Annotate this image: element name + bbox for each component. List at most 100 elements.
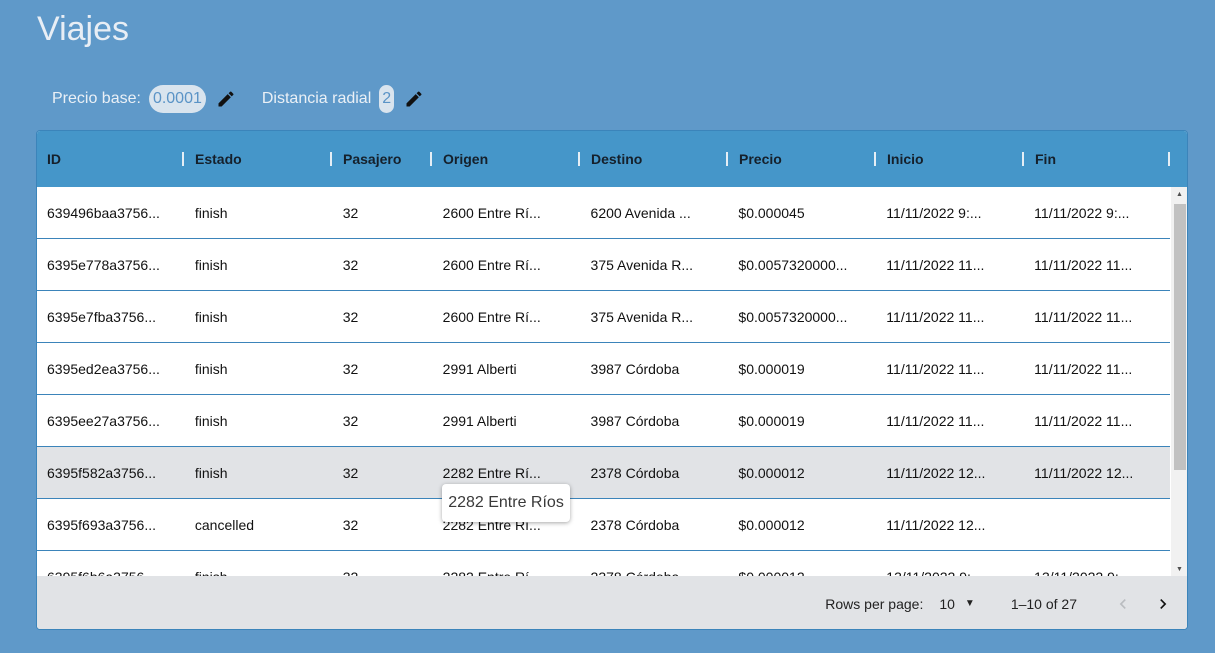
cell-origen[interactable]: 2600 Entre Rí... [433, 187, 581, 238]
cell-id[interactable]: 6395f693a3756... [37, 499, 185, 550]
scroll-up-arrow-icon[interactable]: ▲ [1171, 187, 1187, 201]
cell-pasajero[interactable]: 32 [333, 499, 433, 550]
cell-pasajero[interactable]: 32 [333, 291, 433, 342]
cell-pasajero[interactable]: 32 [333, 447, 433, 498]
cell-destino[interactable]: 375 Avenida R... [581, 239, 729, 290]
cell-precio[interactable]: $0.000012 [728, 447, 876, 498]
column-separator[interactable] [726, 152, 728, 166]
cell-estado[interactable]: finish [185, 395, 333, 446]
previous-page-button[interactable] [1109, 590, 1137, 618]
cell-destino[interactable]: 6200 Avenida ... [581, 187, 729, 238]
table-row[interactable]: 6395f6b6a3756...finish322282 Entre Rí...… [37, 551, 1170, 576]
cell-fin[interactable]: 11/11/2022 9:... [1024, 187, 1170, 238]
cell-pasajero[interactable]: 32 [333, 187, 433, 238]
column-separator[interactable] [1168, 152, 1170, 166]
viajes-table: ID Estado Pasajero Origen Destino Precio Inici… [36, 130, 1188, 630]
cell-destino[interactable]: 2378 Córdoba [581, 551, 729, 577]
column-header-id[interactable]: ID [37, 131, 185, 187]
cell-destino[interactable]: 3987 Córdoba [581, 395, 729, 446]
params-bar: Precio base: 0.0001 Distancia radial 2 [52, 84, 450, 114]
cell-origen[interactable]: 2600 Entre Rí... [433, 239, 581, 290]
rows-per-page-select[interactable]: 10 ▼ [939, 596, 974, 612]
cell-inicio[interactable]: 11/11/2022 11... [876, 291, 1024, 342]
column-header-estado[interactable]: Estado [185, 131, 333, 187]
table-row[interactable]: 6395f693a3756... cancelled 32 2282 Entre Rí… [37, 499, 1170, 551]
cell-estado[interactable]: finish [185, 239, 333, 290]
cell-id[interactable]: 6395f6b6a3756... [37, 551, 185, 577]
column-header-pasajero[interactable]: Pasajero [333, 131, 433, 187]
cell-fin[interactable] [1024, 499, 1170, 550]
cell-estado[interactable]: finish [185, 187, 333, 238]
cell-precio[interactable]: $0.000012 [728, 499, 876, 550]
cell-pasajero[interactable]: 32 [333, 343, 433, 394]
cell-pasajero[interactable]: 32 [333, 395, 433, 446]
cell-origen[interactable]: 2991 Alberti [433, 395, 581, 446]
column-header-destino[interactable]: Destino [581, 131, 729, 187]
cell-precio[interactable]: $0.000019 [728, 395, 876, 446]
edit-precio-base-icon[interactable] [216, 89, 236, 109]
cell-inicio[interactable]: 11/11/2022 11... [876, 343, 1024, 394]
edit-distancia-radial-icon[interactable] [404, 89, 424, 109]
table-row[interactable]: 6395ee27a3756... finish 32 2991 Alberti 3987… [37, 395, 1170, 447]
rows-per-page-label: Rows per page: [825, 595, 924, 612]
cell-estado[interactable]: cancelled [185, 499, 333, 550]
cell-fin[interactable]: 11/11/2022 11... [1024, 239, 1170, 290]
cell-fin[interactable]: 11/11/2022 11... [1024, 291, 1170, 342]
cell-destino[interactable]: 2378 Córdoba [581, 447, 729, 498]
cell-pasajero[interactable]: 32 [333, 551, 433, 577]
cell-inicio[interactable]: 11/11/2022 12... [876, 447, 1024, 498]
column-separator[interactable] [874, 152, 876, 166]
column-header-origen[interactable]: Origen [433, 131, 581, 187]
cell-id[interactable]: 6395e7fba3756... [37, 291, 185, 342]
cell-inicio[interactable]: 13/11/2022 9:... [876, 551, 1024, 577]
table-row[interactable]: 6395f582a3756... finish 32 2282 Entre Rí...… [37, 447, 1170, 499]
cell-inicio[interactable]: 11/11/2022 9:... [876, 187, 1024, 238]
cell-estado[interactable]: finish [185, 291, 333, 342]
cell-fin[interactable]: 11/11/2022 11... [1024, 343, 1170, 394]
cell-estado[interactable]: finish [185, 551, 333, 577]
cell-fin[interactable]: 11/11/2022 11... [1024, 395, 1170, 446]
table-row[interactable]: 6395e7fba3756... finish 32 2600 Entre Rí...… [37, 291, 1170, 343]
cell-precio[interactable]: $0.000019 [728, 343, 876, 394]
column-separator[interactable] [1022, 152, 1024, 166]
scroll-down-arrow-icon[interactable]: ▼ [1171, 562, 1187, 576]
column-separator[interactable] [182, 152, 184, 166]
cell-destino[interactable]: 3987 Córdoba [581, 343, 729, 394]
cell-id[interactable]: 6395ee27a3756... [37, 395, 185, 446]
cell-destino[interactable]: 375 Avenida R... [581, 291, 729, 342]
column-separator[interactable] [578, 152, 580, 166]
cell-origen[interactable]: 2991 Alberti [433, 343, 581, 394]
cell-estado[interactable]: finish [185, 343, 333, 394]
cell-precio[interactable]: $0.000012 [728, 551, 876, 577]
cell-origen[interactable]: 2282 Entre Rí... [433, 551, 581, 577]
table-row[interactable]: 639496baa3756... finish 32 2600 Entre Rí...… [37, 187, 1170, 239]
cell-precio[interactable]: $0.000045 [728, 187, 876, 238]
vertical-scrollbar[interactable]: ▲ ▼ [1171, 187, 1187, 576]
column-header-fin[interactable]: Fin [1025, 131, 1171, 187]
cell-precio[interactable]: $0.0057320000... [728, 291, 876, 342]
distancia-radial-chip: 2 [379, 85, 395, 113]
cell-fin[interactable]: 13/11/2022 9:... [1024, 551, 1170, 577]
column-header-inicio[interactable]: Inicio [877, 131, 1025, 187]
scrollbar-thumb[interactable] [1174, 204, 1186, 470]
cell-origen[interactable]: 2600 Entre Rí... [433, 291, 581, 342]
next-page-button[interactable] [1149, 590, 1177, 618]
cell-id[interactable]: 6395ed2ea3756... [37, 343, 185, 394]
cell-inicio[interactable]: 11/11/2022 11... [876, 395, 1024, 446]
column-header-precio[interactable]: Precio [729, 131, 877, 187]
cell-estado[interactable]: finish [185, 447, 333, 498]
rows-per-page-value: 10 [939, 595, 955, 612]
table-row[interactable]: 6395ed2ea3756... finish 32 2991 Alberti 3987… [37, 343, 1170, 395]
column-separator[interactable] [330, 152, 332, 166]
cell-id[interactable]: 6395e778a3756... [37, 239, 185, 290]
cell-precio[interactable]: $0.0057320000... [728, 239, 876, 290]
column-separator[interactable] [430, 152, 432, 166]
table-row[interactable]: 6395e778a3756... finish 32 2600 Entre Rí...… [37, 239, 1170, 291]
cell-inicio[interactable]: 11/11/2022 11... [876, 239, 1024, 290]
cell-fin[interactable]: 11/11/2022 12... [1024, 447, 1170, 498]
cell-inicio[interactable]: 11/11/2022 12... [876, 499, 1024, 550]
cell-id[interactable]: 639496baa3756... [37, 187, 185, 238]
cell-id[interactable]: 6395f582a3756... [37, 447, 185, 498]
cell-destino[interactable]: 2378 Córdoba [581, 499, 729, 550]
cell-pasajero[interactable]: 32 [333, 239, 433, 290]
